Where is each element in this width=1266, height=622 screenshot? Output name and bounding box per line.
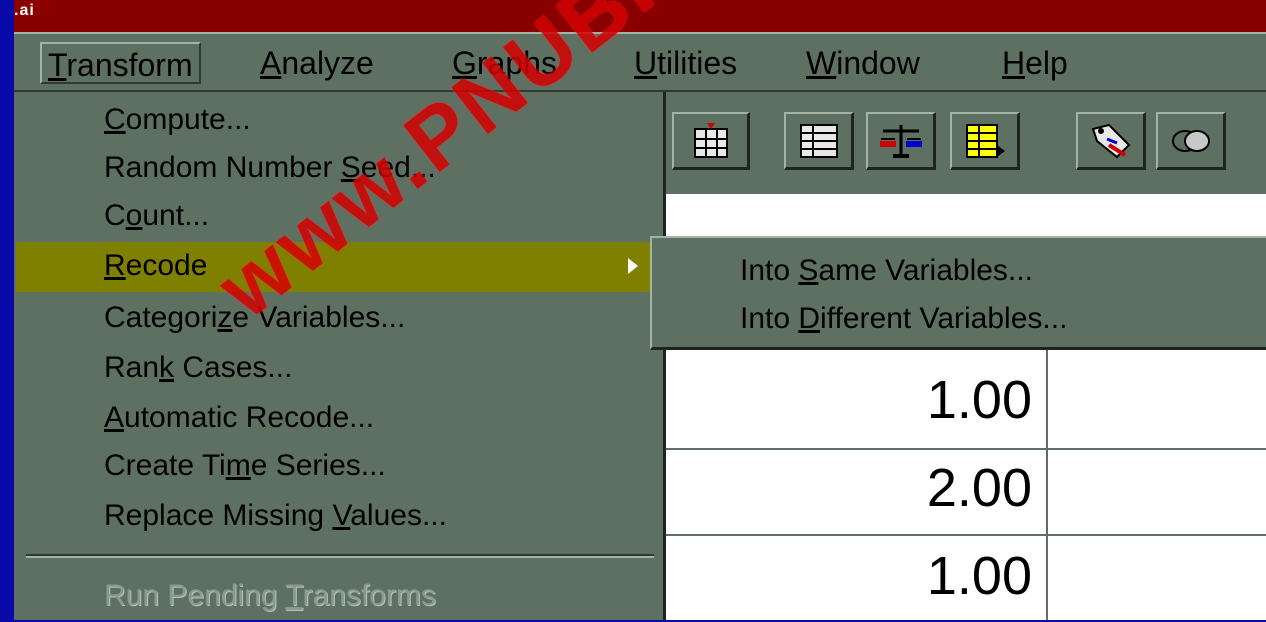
submenu-arrow-icon (628, 258, 638, 274)
window-title: .ai (14, 2, 35, 19)
menu-item-text: utomatic Recode... (124, 401, 375, 434)
menu-item-text: Cases... (174, 351, 293, 384)
submenu-item-into-different-variables[interactable]: Into Different Variables... (740, 294, 1067, 344)
mnemonic: z (217, 301, 233, 334)
select-cases-icon (965, 123, 1005, 158)
menu-label: indow (836, 45, 920, 81)
mnemonic: G (452, 45, 477, 81)
menu-item-text: ame Variables... (818, 254, 1033, 287)
menu-item-rank-cases[interactable]: Rank Cases... (16, 344, 660, 394)
menu-label: ransform (66, 47, 193, 83)
menu-item-replace-missing-values[interactable]: Replace Missing Values... (16, 492, 660, 542)
mnemonic: R (104, 249, 126, 282)
menu-label: raphs (476, 45, 557, 81)
mnemonic: S (798, 254, 819, 287)
mnemonic: H (1002, 45, 1026, 81)
recode-submenu: Into Same Variables... Into Different Va… (650, 236, 1266, 350)
variables-button[interactable] (784, 112, 854, 170)
menu-item-text: Into (740, 302, 799, 335)
value-labels-button[interactable] (1076, 112, 1146, 170)
insert-case-icon (693, 122, 728, 158)
mnemonic: S (340, 151, 361, 184)
submenu-item-into-same-variables[interactable]: Into Same Variables... (740, 246, 1033, 296)
menu-item-text: eed... (360, 151, 436, 184)
grid-cell[interactable]: 1.00 (650, 536, 1032, 616)
menu-item-count[interactable]: Count... (16, 192, 660, 242)
menu-item-text: Ran (104, 351, 160, 384)
menu-graphs[interactable]: Graphs (446, 42, 563, 84)
variables-grid-icon (799, 123, 838, 158)
menu-item-text: e Series... (250, 449, 386, 482)
toolbar (650, 98, 1266, 194)
menu-item-text: Categori (104, 301, 218, 334)
mnemonic: T (285, 579, 303, 612)
menu-utilities[interactable]: Utilities (628, 42, 743, 84)
menu-item-text: unt... (142, 199, 210, 232)
mnemonic: A (260, 45, 282, 81)
weight-cases-button[interactable] (866, 112, 936, 170)
menu-item-recode[interactable]: Recode (16, 242, 660, 292)
menu-item-text: Random Number (104, 151, 341, 184)
data-grid: 1.00 2.00 1.00 (650, 350, 1266, 620)
menu-item-text: alues... (350, 499, 447, 532)
menu-window[interactable]: Window (800, 42, 926, 84)
menu-item-text: ifferent Variables... (820, 302, 1068, 335)
menu-item-text: ompute... (125, 103, 251, 136)
mnemonic: o (125, 199, 143, 232)
menu-item-compute[interactable]: Compute... (16, 96, 660, 146)
menu-transform[interactable]: Transform (40, 42, 201, 84)
menu-item-text: Replace Missing (104, 499, 333, 532)
menu-item-text: ecode (125, 249, 208, 282)
grid-cell[interactable]: 2.00 (650, 448, 1032, 528)
mnemonic: C (104, 103, 126, 136)
menu-item-automatic-recode[interactable]: Automatic Recode... (16, 394, 660, 444)
mnemonic: k (159, 351, 175, 384)
menu-item-categorize-variables[interactable]: Categorize Variables... (16, 294, 660, 344)
mnemonic: T (48, 47, 67, 83)
grid-column-divider (1046, 350, 1048, 620)
transform-menu: Compute... Random Number Seed... Count..… (16, 92, 666, 620)
use-sets-button[interactable] (1156, 112, 1226, 170)
menu-item-create-time-series[interactable]: Create Time Series... (16, 442, 660, 492)
mnemonic: D (798, 302, 821, 335)
menu-bar: Transform Analyze Graphs Utilities Windo… (14, 32, 1266, 92)
value-labels-icon (1091, 123, 1130, 158)
menu-label: elp (1025, 45, 1068, 81)
mnemonic: A (104, 401, 125, 434)
menu-item-text: ransforms (302, 579, 436, 612)
title-bar: .ai (14, 0, 1266, 32)
grid-cell[interactable]: 1.00 (650, 360, 1032, 440)
menu-separator (26, 554, 654, 558)
menu-item-text: e Variables... (232, 301, 406, 334)
menu-label: nalyze (281, 45, 374, 81)
mnemonic: W (806, 45, 837, 81)
insert-case-button[interactable] (672, 112, 750, 170)
menu-item-text: Create Ti (104, 449, 226, 482)
menu-item-text: C (104, 199, 126, 232)
menu-analyze[interactable]: Analyze (254, 42, 380, 84)
select-cases-button[interactable] (950, 112, 1020, 170)
mnemonic: U (634, 45, 658, 81)
menu-help[interactable]: Help (996, 42, 1074, 84)
menu-item-text: Run Pending (104, 579, 286, 612)
menu-item-run-pending-transforms: Run Pending Transforms (16, 572, 660, 622)
weight-cases-icon (879, 124, 922, 158)
menu-item-text: Into (740, 254, 799, 287)
use-sets-icon (1171, 129, 1210, 152)
menu-label: tilities (657, 45, 738, 81)
menu-item-random-number-seed[interactable]: Random Number Seed... (16, 144, 660, 194)
mnemonic: m (225, 449, 251, 482)
mnemonic: V (332, 499, 351, 532)
